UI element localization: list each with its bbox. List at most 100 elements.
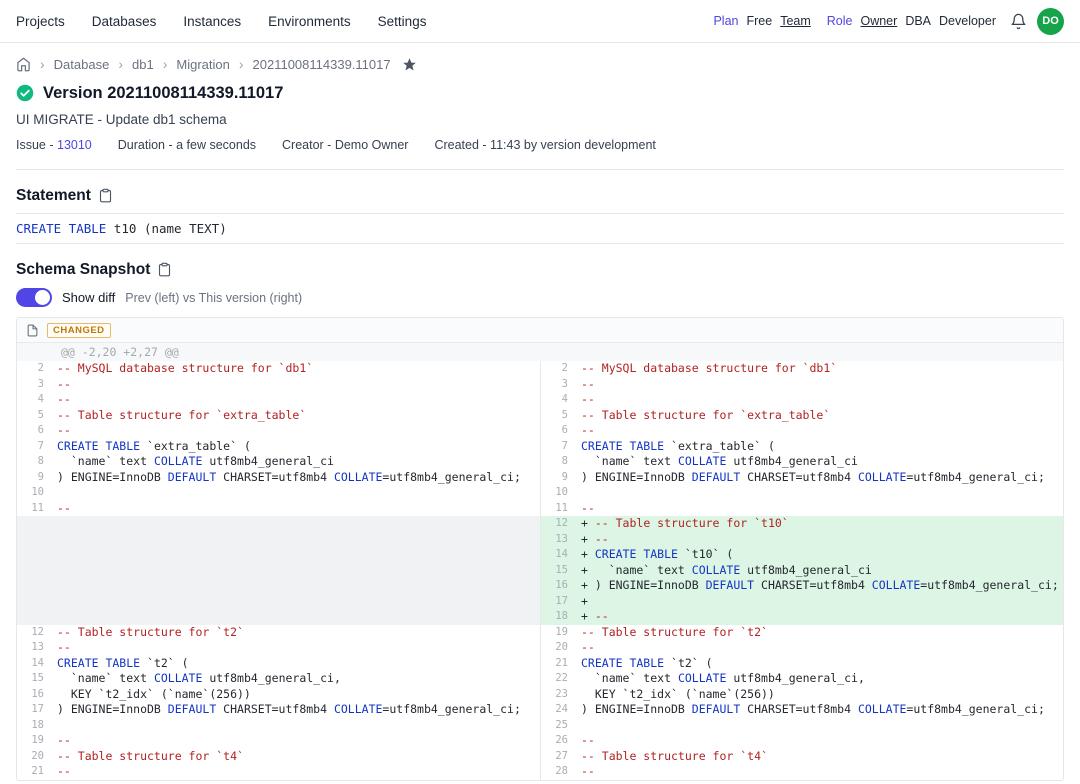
- line-number: 9: [17, 470, 53, 486]
- chevron-right-icon: ›: [163, 56, 168, 72]
- diff-row: 16 KEY `t2_idx` (`name`(256))23 KEY `t2_…: [17, 687, 1063, 703]
- line-number: 16: [17, 687, 53, 703]
- diff-cell-left: 20-- Table structure for `t4`: [17, 749, 540, 765]
- code-line: --: [53, 764, 540, 780]
- statement-sql[interactable]: CREATE TABLE t10 (name TEXT): [16, 213, 1064, 244]
- breadcrumb-items: ›Database›db1›Migration›20211008114339.1…: [40, 56, 391, 72]
- account-developer: Developer: [939, 14, 996, 28]
- copy-snapshot-icon[interactable]: [157, 262, 172, 277]
- nav-right: PlanFreeTeamRoleOwnerDBADeveloper DO: [705, 8, 1064, 35]
- line-number: 23: [541, 687, 577, 703]
- changed-badge: CHANGED: [47, 323, 111, 338]
- snapshot-heading: Schema Snapshot: [16, 261, 150, 279]
- home-icon[interactable]: [16, 57, 31, 72]
- diff-row: 19--26--: [17, 733, 1063, 749]
- breadcrumb-item[interactable]: Migration: [176, 57, 229, 72]
- chevron-right-icon: ›: [40, 56, 45, 72]
- diff-cell-right: 19-- Table structure for `t2`: [540, 625, 1063, 641]
- line-number: [17, 594, 53, 610]
- diff-row: 16+ ) ENGINE=InnoDB DEFAULT CHARSET=utf8…: [17, 578, 1063, 594]
- statement-section-header: Statement: [16, 186, 1064, 205]
- diff-row: 14CREATE TABLE `t2` (21CREATE TABLE `t2`…: [17, 656, 1063, 672]
- show-diff-toggle[interactable]: [16, 288, 52, 307]
- nav-item-databases[interactable]: Databases: [92, 14, 157, 29]
- line-number: 6: [541, 423, 577, 439]
- nav-item-instances[interactable]: Instances: [183, 14, 241, 29]
- version-meta: Issue - 13010Duration - a few secondsCre…: [16, 138, 1064, 153]
- diff-row: 3--3--: [17, 377, 1063, 393]
- diff-cell-left: 10: [17, 485, 540, 501]
- code-line: KEY `t2_idx` (`name`(256)): [53, 687, 540, 703]
- diff-cell-right: 13+ --: [540, 532, 1063, 548]
- code-line: --: [53, 640, 540, 656]
- diff-row: 18+ --: [17, 609, 1063, 625]
- diff-cell-left: [17, 563, 540, 579]
- diff-body: 2-- MySQL database structure for `db1`2-…: [17, 361, 1063, 780]
- code-line: + `name` text COLLATE utf8mb4_general_ci: [577, 563, 1063, 579]
- diff-cell-right: 8 `name` text COLLATE utf8mb4_general_ci: [540, 454, 1063, 470]
- code-line: +: [577, 594, 1063, 610]
- code-line: + -- Table structure for `t10`: [577, 516, 1063, 532]
- breadcrumb-item[interactable]: 20211008114339.11017: [253, 57, 391, 72]
- schema-diff-viewer: CHANGED @@ -2,20 +2,27 @@ 2-- MySQL data…: [16, 317, 1064, 781]
- show-diff-label: Show diff: [62, 290, 115, 305]
- code-line: CREATE TABLE `t2` (: [53, 656, 540, 672]
- diff-row: 17+: [17, 594, 1063, 610]
- favorite-star-icon[interactable]: [402, 57, 417, 72]
- chevron-right-icon: ›: [118, 56, 123, 72]
- code-line: --: [577, 423, 1063, 439]
- diff-row: 14+ CREATE TABLE `t10` (: [17, 547, 1063, 563]
- meta-item: Duration - a few seconds: [118, 138, 256, 153]
- line-number: 6: [17, 423, 53, 439]
- nav-item-environments[interactable]: Environments: [268, 14, 351, 29]
- diff-cell-left: 9) ENGINE=InnoDB DEFAULT CHARSET=utf8mb4…: [17, 470, 540, 486]
- breadcrumb-item[interactable]: Database: [54, 57, 110, 72]
- avatar[interactable]: DO: [1037, 8, 1064, 35]
- notification-bell-icon[interactable]: [1010, 13, 1027, 30]
- line-number: 28: [541, 764, 577, 780]
- line-number: 8: [17, 454, 53, 470]
- nav-item-projects[interactable]: Projects: [16, 14, 65, 29]
- line-number: [17, 547, 53, 563]
- line-number: 26: [541, 733, 577, 749]
- line-number: 25: [541, 718, 577, 734]
- diff-cell-right: 2-- MySQL database structure for `db1`: [540, 361, 1063, 377]
- account-dba: DBA: [905, 14, 931, 28]
- diff-row: 1825: [17, 718, 1063, 734]
- code-line: KEY `t2_idx` (`name`(256)): [577, 687, 1063, 703]
- code-line: `name` text COLLATE utf8mb4_general_ci,: [577, 671, 1063, 687]
- line-number: 13: [17, 640, 53, 656]
- line-number: 27: [541, 749, 577, 765]
- main-nav: Projects Databases Instances Environments Se…: [16, 14, 426, 29]
- issue-link[interactable]: 13010: [57, 138, 92, 152]
- line-number: 13: [541, 532, 577, 548]
- code-line: -- Table structure for `t2`: [577, 625, 1063, 641]
- code-line: --: [577, 392, 1063, 408]
- nav-item-settings[interactable]: Settings: [378, 14, 427, 29]
- account-plan: Plan: [713, 14, 738, 28]
- diff-cell-left: [17, 532, 540, 548]
- diff-row: 2-- MySQL database structure for `db1`2-…: [17, 361, 1063, 377]
- account-team[interactable]: Team: [780, 14, 811, 28]
- diff-cell-left: 21--: [17, 764, 540, 780]
- diff-cell-right: 3--: [540, 377, 1063, 393]
- diff-cell-left: [17, 594, 540, 610]
- diff-cell-right: 4--: [540, 392, 1063, 408]
- code-line: --: [577, 501, 1063, 517]
- diff-cell-left: 19--: [17, 733, 540, 749]
- diff-cell-right: 14+ CREATE TABLE `t10` (: [540, 547, 1063, 563]
- line-number: 3: [541, 377, 577, 393]
- diff-cell-right: 17+: [540, 594, 1063, 610]
- diff-cell-left: 16 KEY `t2_idx` (`name`(256)): [17, 687, 540, 703]
- diff-row: 4--4--: [17, 392, 1063, 408]
- copy-statement-icon[interactable]: [98, 188, 113, 203]
- diff-cell-left: 15 `name` text COLLATE utf8mb4_general_c…: [17, 671, 540, 687]
- line-number: 14: [541, 547, 577, 563]
- snapshot-section-header: Schema Snapshot: [16, 260, 1064, 279]
- account-owner[interactable]: Owner: [860, 14, 897, 28]
- statement-heading: Statement: [16, 187, 91, 205]
- line-number: 19: [17, 733, 53, 749]
- breadcrumb-item[interactable]: db1: [132, 57, 154, 72]
- diff-cell-left: [17, 609, 540, 625]
- diff-cell-left: [17, 516, 540, 532]
